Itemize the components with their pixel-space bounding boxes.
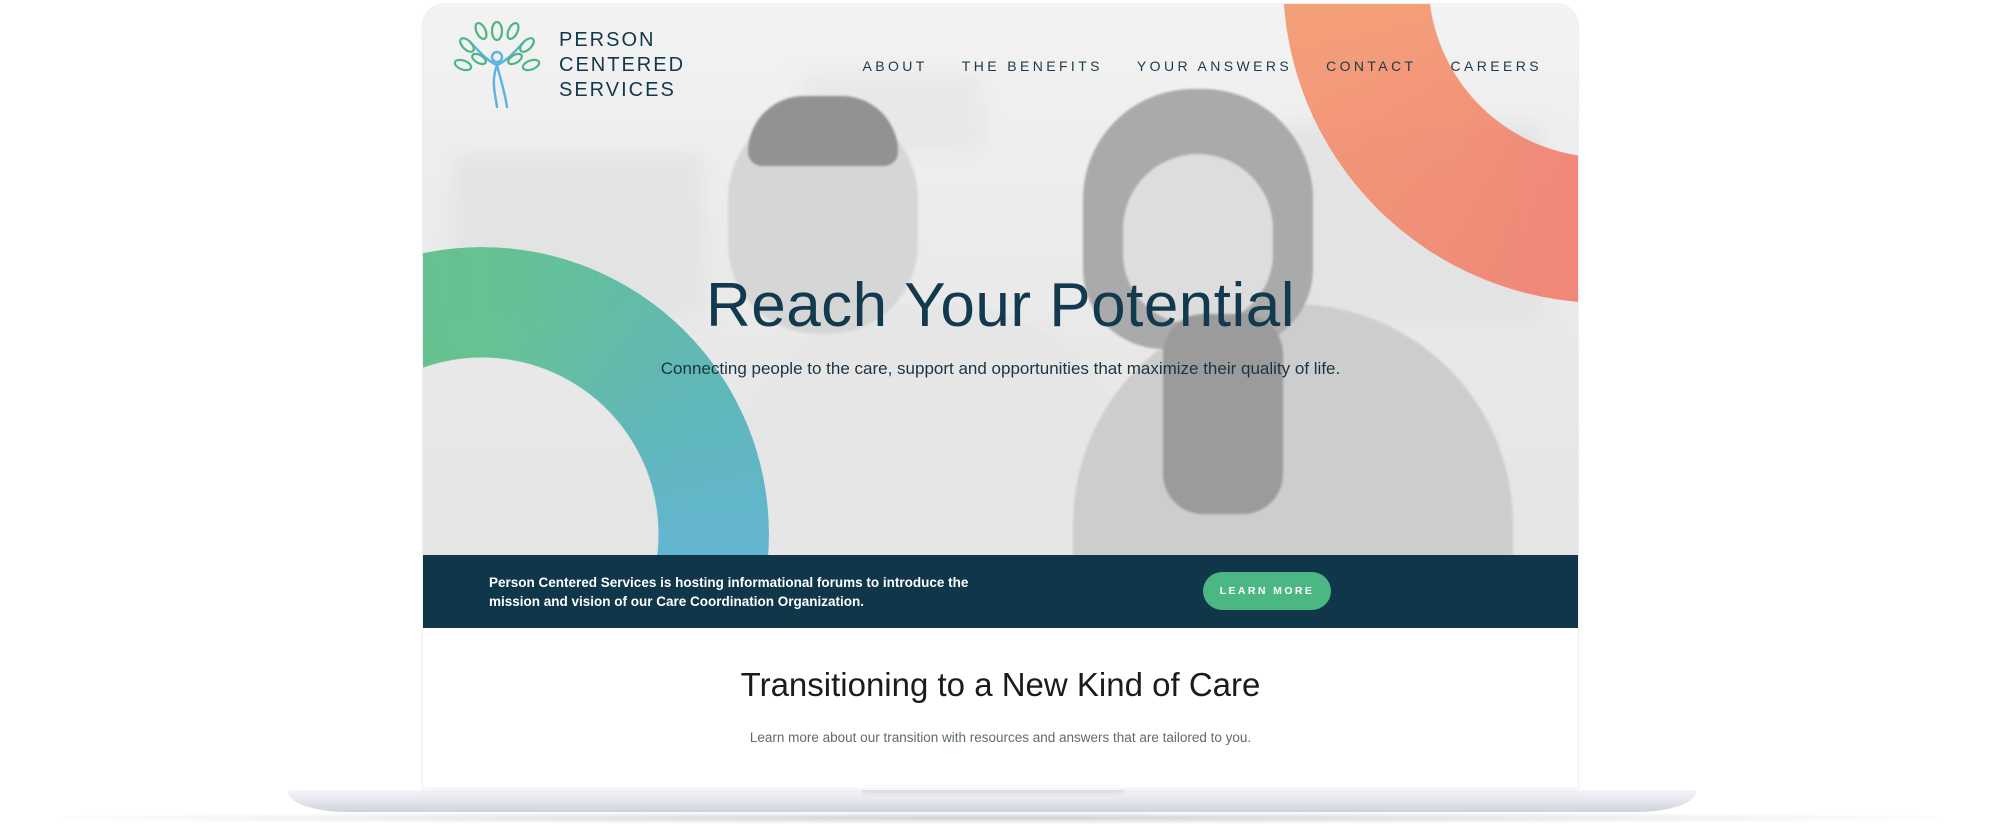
section-subtitle: Learn more about our transition with res… [749,730,1252,745]
laptop-mockup: PERSON CENTERED SERVICES ABOUT THE BENEF… [0,0,2000,825]
announcement-banner: Person Centered Services is hosting info… [423,555,1578,628]
nav-about[interactable]: ABOUT [863,58,928,74]
logo-line-3: SERVICES [559,78,676,101]
hero-title: Reach Your Potential [705,271,1296,340]
logo-wordmark: PERSON CENTERED SERVICES [559,28,685,103]
hero-subtitle: Connecting people to the care, support a… [660,359,1341,378]
laptop-shadow [60,812,1940,824]
logo-line-1: PERSON [559,28,656,51]
nav-the-benefits[interactable]: THE BENEFITS [962,58,1103,74]
hero-section: PERSON CENTERED SERVICES ABOUT THE BENEF… [423,4,1578,555]
laptop-screen: PERSON CENTERED SERVICES ABOUT THE BENEF… [423,4,1578,788]
section-title: Transitioning to a New Kind of Care [740,666,1261,703]
laptop-notch [862,790,1124,799]
banner-text: Person Centered Services is hosting info… [489,575,969,609]
nav-careers[interactable]: CAREERS [1451,58,1542,74]
tree-person-icon [453,21,541,109]
nav-contact[interactable]: CONTACT [1326,58,1416,74]
nav-your-answers[interactable]: YOUR ANSWERS [1137,58,1292,74]
learn-more-button[interactable]: LEARN MORE [1203,572,1331,610]
site-logo[interactable]: PERSON CENTERED SERVICES [451,21,685,109]
logo-line-2: CENTERED [559,53,686,76]
main-nav: ABOUT THE BENEFITS YOUR ANSWERS CONTACT … [863,58,1542,74]
